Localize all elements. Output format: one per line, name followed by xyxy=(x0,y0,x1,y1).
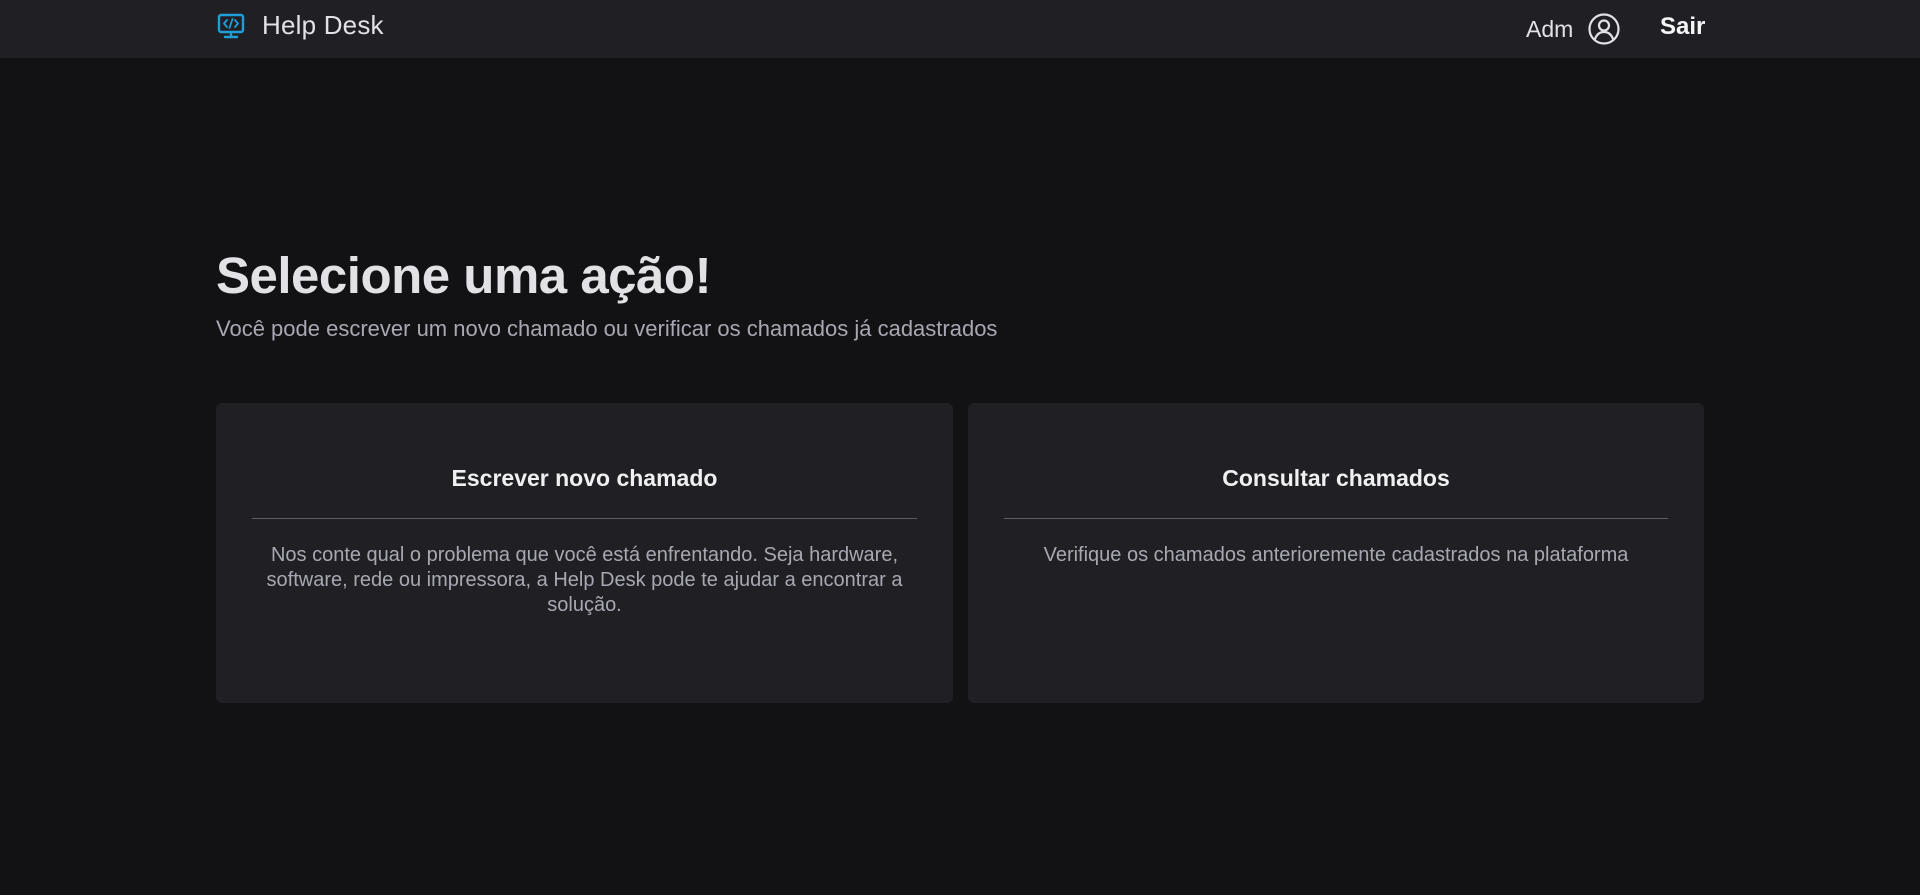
app-title: Help Desk xyxy=(262,10,384,40)
brand-link[interactable]: Help Desk xyxy=(216,10,384,41)
card-description: Nos conte qual o problema que você está … xyxy=(266,544,903,616)
view-tickets-card[interactable]: Consultar chamados Verifique os chamados… xyxy=(968,403,1704,703)
user-menu[interactable]: Adm xyxy=(1526,12,1621,46)
card-title: Consultar chamados xyxy=(1222,465,1450,491)
logout-button[interactable]: Sair xyxy=(1660,13,1705,41)
monitor-code-icon xyxy=(216,11,246,41)
new-ticket-card[interactable]: Escrever novo chamado Nos conte qual o p… xyxy=(216,403,953,703)
card-title: Escrever novo chamado xyxy=(451,465,718,491)
user-circle-icon xyxy=(1587,12,1621,46)
card-description: Verifique os chamados anterioremente cad… xyxy=(1043,544,1629,566)
card-divider xyxy=(252,518,917,519)
page-title: Selecione uma ação! xyxy=(216,247,712,304)
page-subtitle: Você pode escrever um novo chamado ou ve… xyxy=(216,316,998,341)
card-divider xyxy=(1004,518,1668,519)
top-navbar: Help Desk Adm Sair xyxy=(0,0,1920,58)
user-name: Adm xyxy=(1526,15,1574,42)
